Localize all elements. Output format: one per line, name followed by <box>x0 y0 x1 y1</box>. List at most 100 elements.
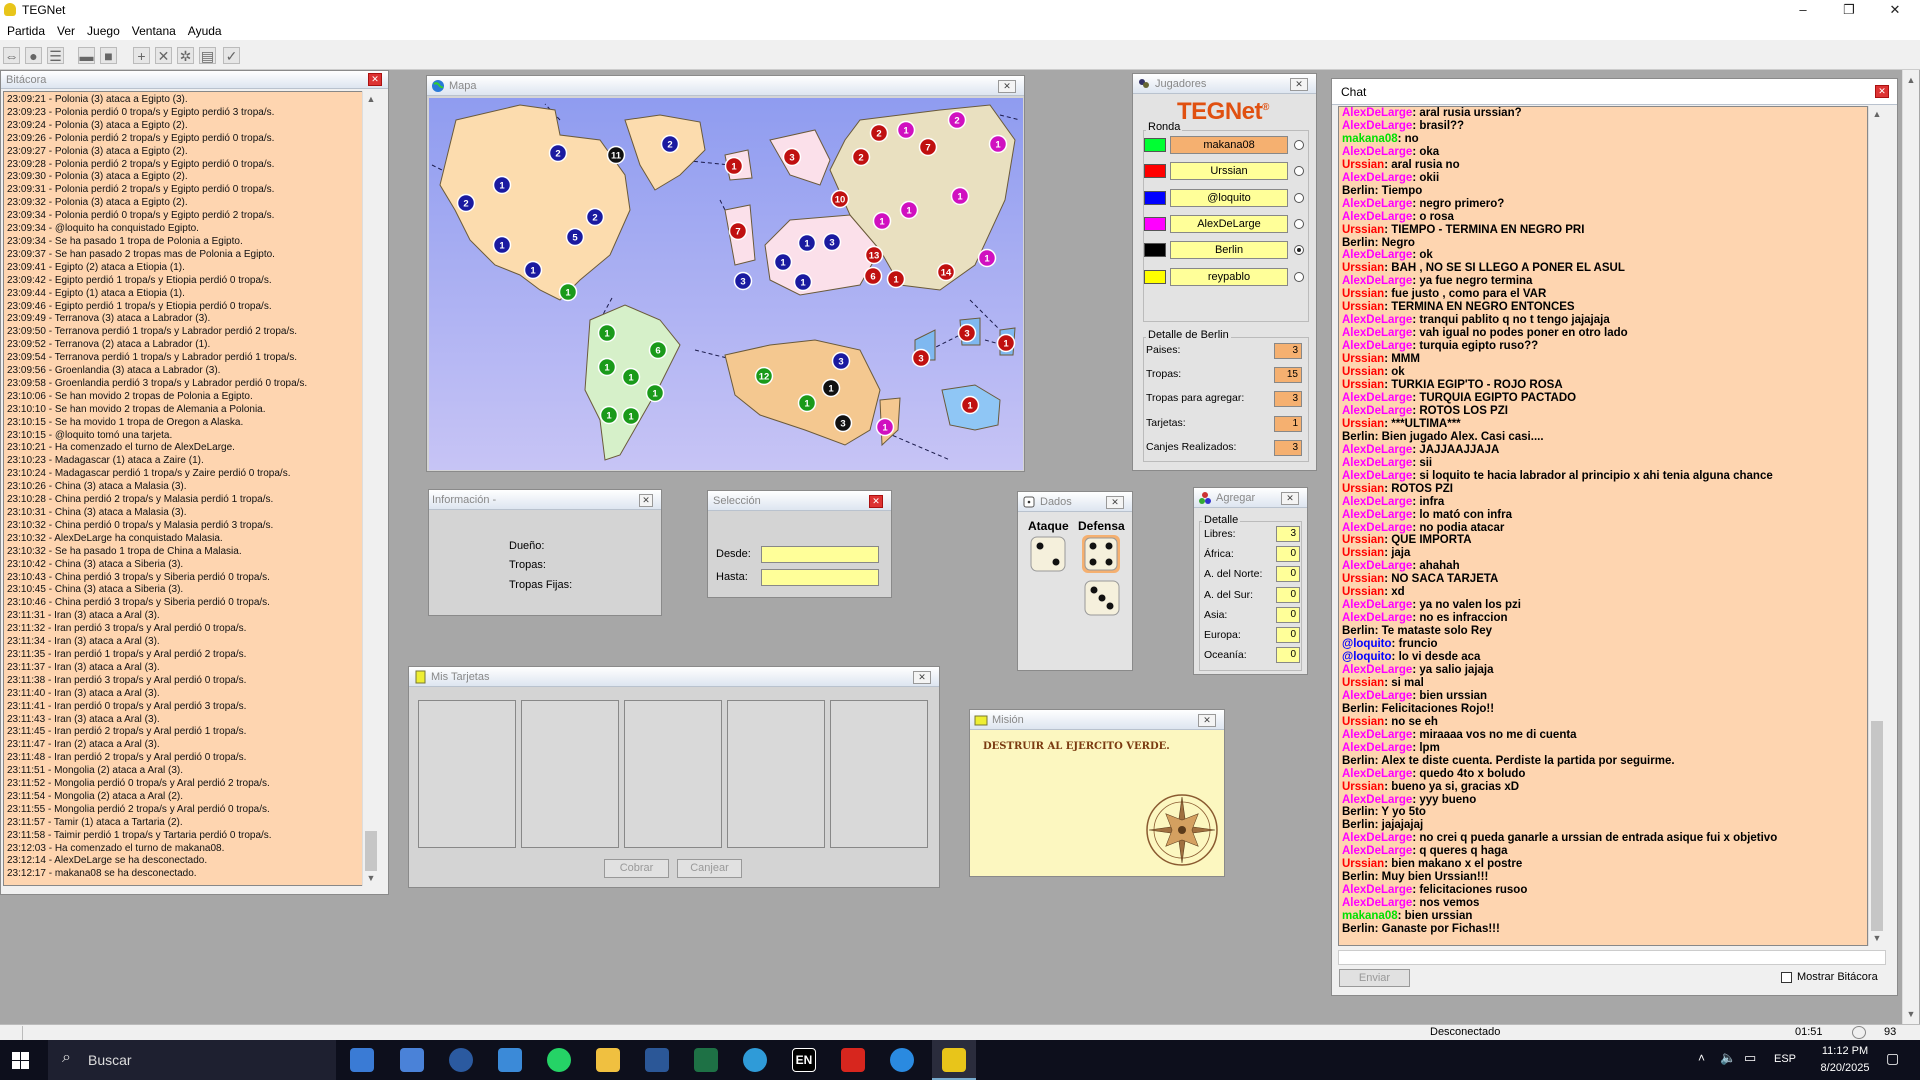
army-marker[interactable]: 7 <box>918 137 938 157</box>
card-slot-3[interactable] <box>624 700 722 848</box>
army-marker[interactable]: 2 <box>548 143 568 163</box>
army-marker[interactable]: 1 <box>821 378 841 398</box>
army-marker[interactable]: 1 <box>597 323 617 343</box>
scroll-up-icon[interactable]: ▲ <box>363 91 379 107</box>
army-marker[interactable]: 1 <box>996 333 1016 353</box>
army-marker[interactable]: 1 <box>896 120 916 140</box>
minimize-button[interactable]: – <box>1780 0 1826 20</box>
army-marker[interactable]: 12 <box>754 366 774 386</box>
army-marker[interactable]: 3 <box>833 413 853 433</box>
army-marker[interactable]: 6 <box>863 266 883 286</box>
menu-juego[interactable]: Juego <box>87 20 126 40</box>
tegnet-taskbar-button[interactable] <box>932 1040 976 1080</box>
maximize-button[interactable]: ❐ <box>1826 0 1872 20</box>
army-marker[interactable]: 3 <box>733 271 753 291</box>
army-marker[interactable]: 2 <box>660 134 680 154</box>
main-scroll-down-icon[interactable]: ▼ <box>1903 1006 1919 1022</box>
army-marker[interactable]: 2 <box>456 193 476 213</box>
army-marker[interactable]: 1 <box>621 406 641 426</box>
menu-ver[interactable]: Ver <box>57 20 81 40</box>
agregar-value[interactable]: 0 <box>1276 606 1300 623</box>
main-scroll-up-icon[interactable]: ▲ <box>1903 72 1919 88</box>
edge-icon[interactable] <box>743 1048 767 1072</box>
army-marker[interactable]: 5 <box>565 227 585 247</box>
army-marker[interactable]: 3 <box>831 351 851 371</box>
army-marker[interactable]: 1 <box>960 395 980 415</box>
agregar-close-icon[interactable]: ✕ <box>1281 492 1299 505</box>
card-slot-1[interactable] <box>418 700 516 848</box>
army-marker[interactable]: 3 <box>957 323 977 343</box>
army-marker[interactable]: 3 <box>822 232 842 252</box>
army-marker[interactable]: 1 <box>988 134 1008 154</box>
chat-scroll-up-icon[interactable]: ▲ <box>1869 106 1885 122</box>
army-marker[interactable]: 1 <box>886 269 906 289</box>
remove-icon[interactable]: ✕ <box>155 47 172 64</box>
menu-ventana[interactable]: Ventana <box>132 20 182 40</box>
card-icon[interactable]: ▤ <box>199 47 216 64</box>
card-slot-2[interactable] <box>521 700 619 848</box>
disconnect-icon[interactable]: ● <box>25 47 42 64</box>
army-marker[interactable]: 1 <box>645 383 665 403</box>
app-blue-icon[interactable] <box>890 1048 914 1072</box>
taskbar-date[interactable]: 8/20/2025 <box>1812 1062 1878 1074</box>
enviar-button[interactable]: Enviar <box>1339 969 1410 987</box>
file-explorer-icon[interactable] <box>596 1048 620 1072</box>
settings-icon[interactable]: ✲ <box>177 47 194 64</box>
world-map[interactable]: 22111251112132 121721011171 31136 113141161… <box>429 98 1023 470</box>
add-icon[interactable]: + <box>133 47 150 64</box>
army-marker[interactable]: 1 <box>523 260 543 280</box>
army-marker[interactable]: 1 <box>797 233 817 253</box>
army-marker[interactable]: 1 <box>872 211 892 231</box>
app-en-icon[interactable]: EN <box>792 1048 816 1072</box>
check-icon[interactable]: ✓ <box>223 47 240 64</box>
mostrar-bitacora-checkbox[interactable] <box>1781 972 1792 983</box>
player-radio[interactable] <box>1294 140 1304 150</box>
army-marker[interactable]: 3 <box>911 348 931 368</box>
app-notepad-icon[interactable] <box>498 1048 522 1072</box>
army-marker[interactable]: 1 <box>558 282 578 302</box>
chat-close-icon[interactable]: ✕ <box>1875 85 1889 98</box>
army-marker[interactable]: 2 <box>869 123 889 143</box>
main-scrollbar[interactable]: ▲ ▼ <box>1902 70 1919 1024</box>
army-marker[interactable]: 1 <box>724 156 744 176</box>
app-calculator-icon[interactable] <box>400 1048 424 1072</box>
army-marker[interactable]: 3 <box>782 147 802 167</box>
army-marker[interactable]: 1 <box>597 357 617 377</box>
player-radio[interactable] <box>1294 218 1304 229</box>
army-marker[interactable]: 10 <box>830 189 850 209</box>
agregar-value[interactable]: 0 <box>1276 647 1300 664</box>
player-radio[interactable] <box>1294 271 1304 282</box>
word-icon[interactable] <box>645 1048 669 1072</box>
chat-scrollbar[interactable]: ▲ ▼ <box>1868 106 1885 946</box>
army-marker[interactable]: 1 <box>875 417 895 437</box>
army-marker[interactable]: 1 <box>492 175 512 195</box>
cobrar-button[interactable]: Cobrar <box>604 859 669 878</box>
army-marker[interactable]: 1 <box>773 252 793 272</box>
network-icon[interactable]: ▭ <box>1744 1050 1756 1066</box>
jugadores-close-icon[interactable]: ✕ <box>1290 78 1308 91</box>
tray-chevron-icon[interactable]: ˄ <box>1698 1051 1705 1065</box>
army-marker[interactable]: 2 <box>851 147 871 167</box>
tarjetas-close-icon[interactable]: ✕ <box>913 671 931 684</box>
army-marker[interactable]: 11 <box>606 145 626 165</box>
desde-field[interactable] <box>761 546 879 563</box>
dados-close-icon[interactable]: ✕ <box>1106 496 1124 509</box>
chat-input[interactable] <box>1338 950 1886 965</box>
agregar-value[interactable]: 0 <box>1276 566 1300 583</box>
army-marker[interactable]: 1 <box>977 248 997 268</box>
card-slot-5[interactable] <box>830 700 928 848</box>
taskbar-clock[interactable]: 11:12 PM <box>1812 1045 1878 1057</box>
agregar-value[interactable]: 0 <box>1276 627 1300 643</box>
army-marker[interactable]: 1 <box>899 200 919 220</box>
scroll-down-icon[interactable]: ▼ <box>363 870 379 886</box>
chat-scroll-thumb[interactable] <box>1871 721 1883 931</box>
excel-icon[interactable] <box>694 1048 718 1072</box>
army-marker[interactable]: 1 <box>599 405 619 425</box>
taskbar-search-box[interactable]: ⌕ Buscar <box>48 1040 336 1080</box>
app-weather-icon[interactable] <box>350 1048 374 1072</box>
connect-icon[interactable]: ⇔ <box>3 47 20 64</box>
army-marker[interactable]: 1 <box>797 393 817 413</box>
mapa-close-icon[interactable]: ✕ <box>998 80 1016 93</box>
window-icon[interactable]: ▬ <box>78 47 95 64</box>
army-marker[interactable]: 1 <box>950 186 970 206</box>
